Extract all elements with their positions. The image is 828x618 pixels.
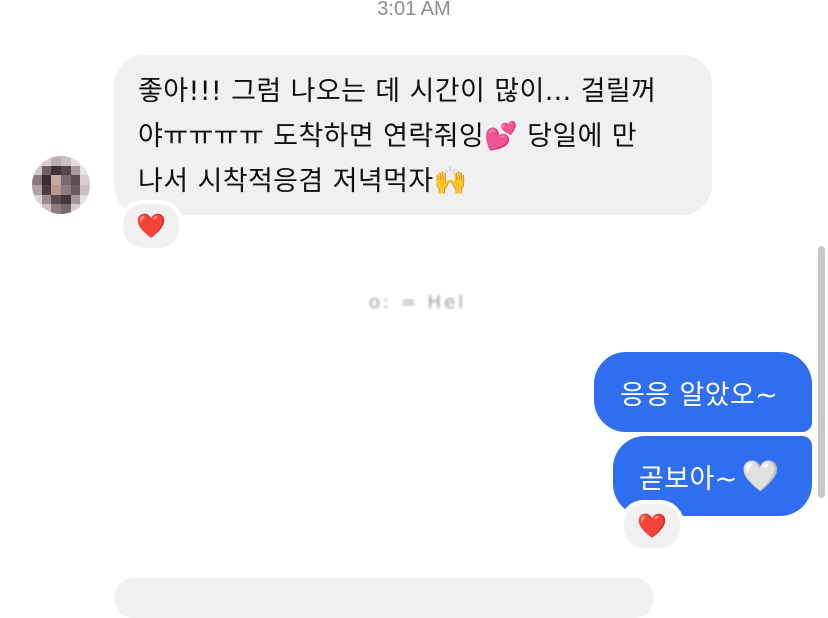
heart-reaction[interactable]: ❤️: [119, 200, 183, 252]
message-timestamp: 3:01 AM: [377, 0, 451, 20]
message-line: 야ㅠㅠㅠㅠ 도착하면 연락줘잉💕 당일에 만: [138, 121, 638, 152]
scrollbar[interactable]: [818, 246, 825, 498]
white-heart-icon: 🤍: [741, 458, 780, 494]
message-line: 좋아!!! 그럼 나오는 데 시간이 많이... 걸릴꺼: [138, 76, 657, 107]
message-line: 나서 시착적응겸 저녁먹자🙌: [138, 166, 468, 197]
contact-avatar[interactable]: [32, 156, 90, 214]
sender-name: o: = Hel: [369, 292, 467, 313]
message-text: 응응 알았오~: [620, 379, 779, 411]
incoming-message-bubble[interactable]: [114, 578, 654, 618]
incoming-message-bubble[interactable]: 좋아!!! 그럼 나오는 데 시간이 많이... 걸릴꺼 야ㅠㅠㅠㅠ 도착하면 …: [114, 55, 712, 215]
message-text: 곧보아~: [639, 463, 738, 495]
heart-reaction[interactable]: ❤️: [620, 500, 684, 552]
outgoing-message-bubble[interactable]: 응응 알았오~: [594, 352, 812, 432]
heart-icon: ❤️: [136, 212, 166, 240]
heart-icon: ❤️: [637, 512, 667, 540]
